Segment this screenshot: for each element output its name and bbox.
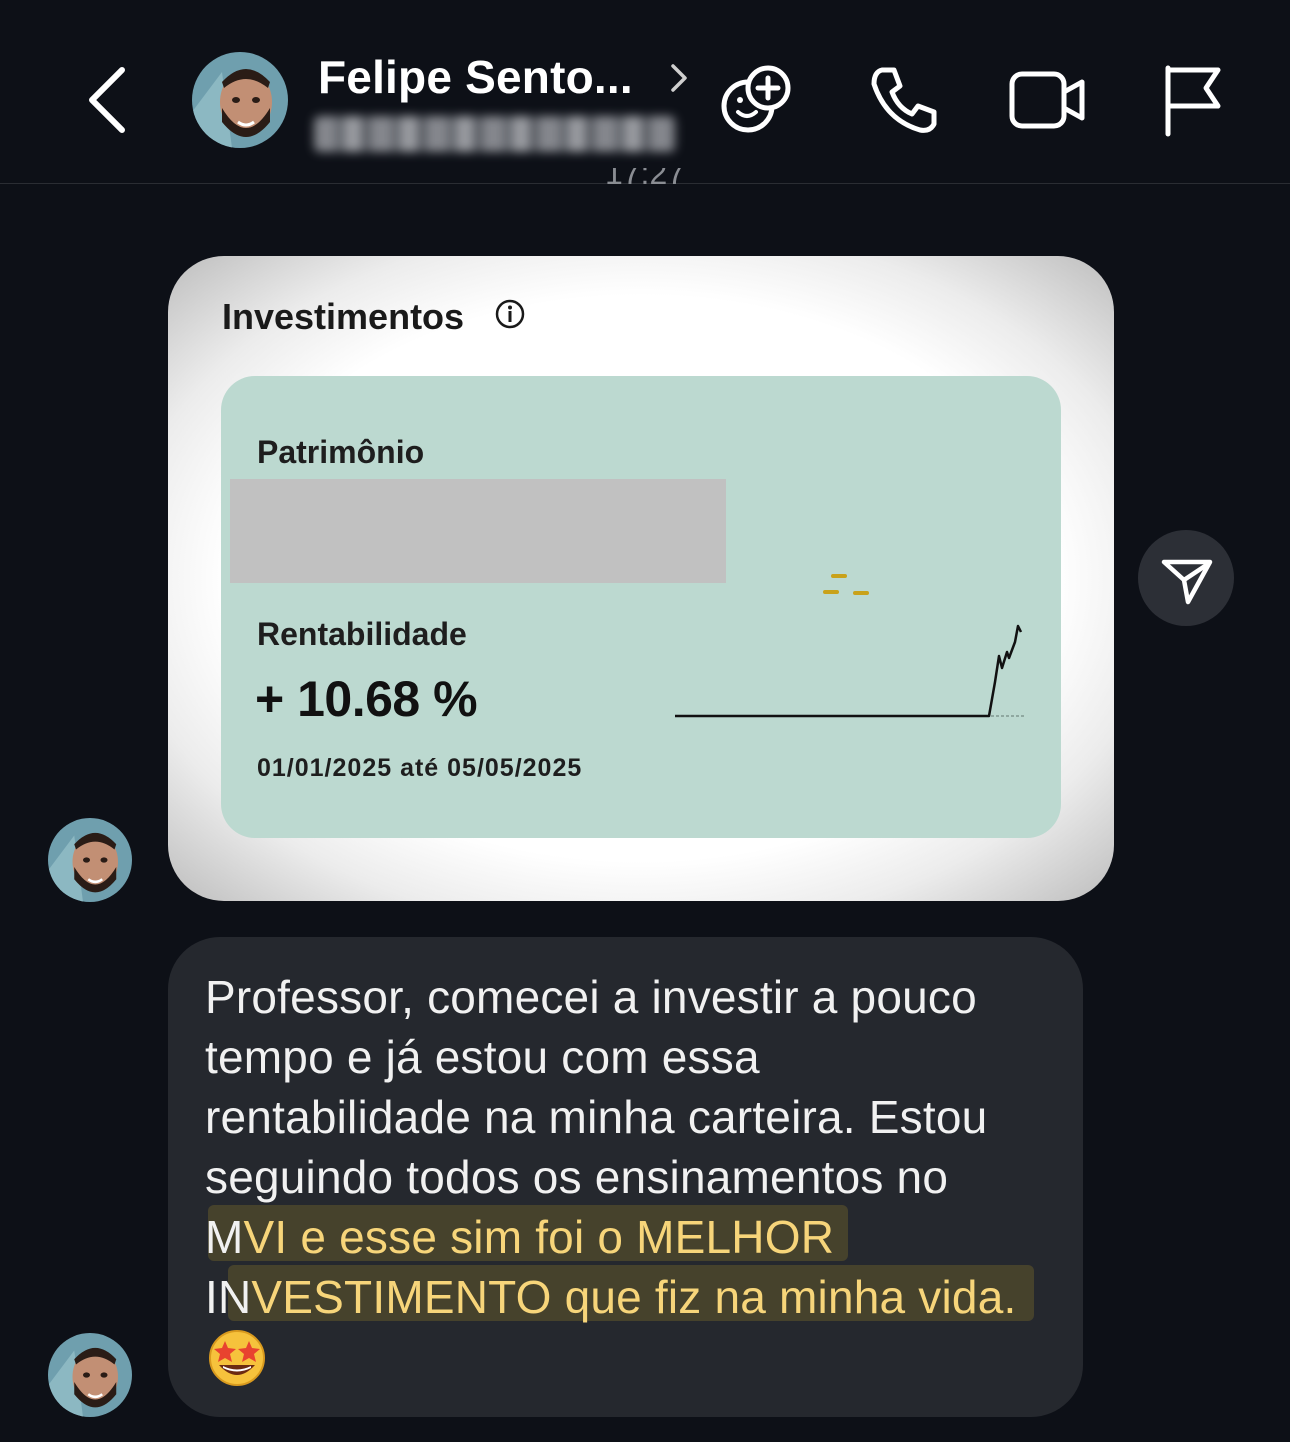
share-button[interactable]: [1138, 530, 1234, 626]
portfolio-card: Patrimônio Rentabilidade + 10.68 % 01/01…: [221, 376, 1061, 838]
flag-icon[interactable]: [1152, 60, 1232, 140]
message-line: Professor, comecei a investir a pouco: [205, 971, 977, 1023]
add-effect-icon[interactable]: [718, 60, 798, 140]
image-message[interactable]: Investimentos Patrimônio Rentabilidade +…: [168, 256, 1114, 901]
send-icon: [1161, 559, 1213, 605]
sender-avatar[interactable]: [48, 1333, 132, 1417]
rentabilidade-label: Rentabilidade: [257, 616, 467, 652]
patrimonio-value-redacted: [230, 479, 726, 583]
contact-avatar[interactable]: [192, 52, 288, 148]
chat-header: Felipe Sento...: [0, 0, 1290, 184]
back-chevron-icon[interactable]: [78, 62, 138, 138]
investments-title: Investimentos: [222, 296, 465, 337]
message-line-highlighted: INVESTIMENTO que fiz na minha vida.: [205, 1271, 1017, 1323]
info-icon: [495, 299, 525, 329]
sender-avatar[interactable]: [48, 818, 132, 902]
contact-name[interactable]: Felipe Sento...: [318, 50, 633, 104]
highlighted-text: VESTIMENTO que fiz na minha vida.: [251, 1271, 1017, 1323]
message-line: tempo e já estou com essa: [205, 1031, 760, 1083]
performance-sparkline: [675, 574, 1025, 718]
message-text: Professor, comecei a investir a pouco te…: [205, 967, 1065, 1327]
username-redacted: [314, 116, 676, 152]
highlighted-text: VI e esse sim foi o MELHOR: [243, 1211, 835, 1263]
rentabilidade-value: + 10.68 %: [255, 671, 478, 727]
phone-icon[interactable]: [864, 60, 944, 140]
date-range: 01/01/2025 até 05/05/2025: [257, 754, 583, 782]
message-line: seguindo todos os ensinamentos no: [205, 1151, 949, 1203]
text-message[interactable]: Professor, comecei a investir a pouco te…: [168, 937, 1083, 1417]
star-struck-emoji-icon: [209, 1330, 265, 1386]
chevron-right-icon[interactable]: [665, 60, 693, 96]
message-line-highlighted: MVI e esse sim foi o MELHOR: [205, 1211, 835, 1263]
patrimonio-label: Patrimônio: [257, 434, 425, 470]
video-camera-icon[interactable]: [1008, 60, 1088, 140]
message-line: rentabilidade na minha carteira. Estou: [205, 1091, 988, 1143]
message-timestamp: 17:27: [604, 168, 686, 191]
